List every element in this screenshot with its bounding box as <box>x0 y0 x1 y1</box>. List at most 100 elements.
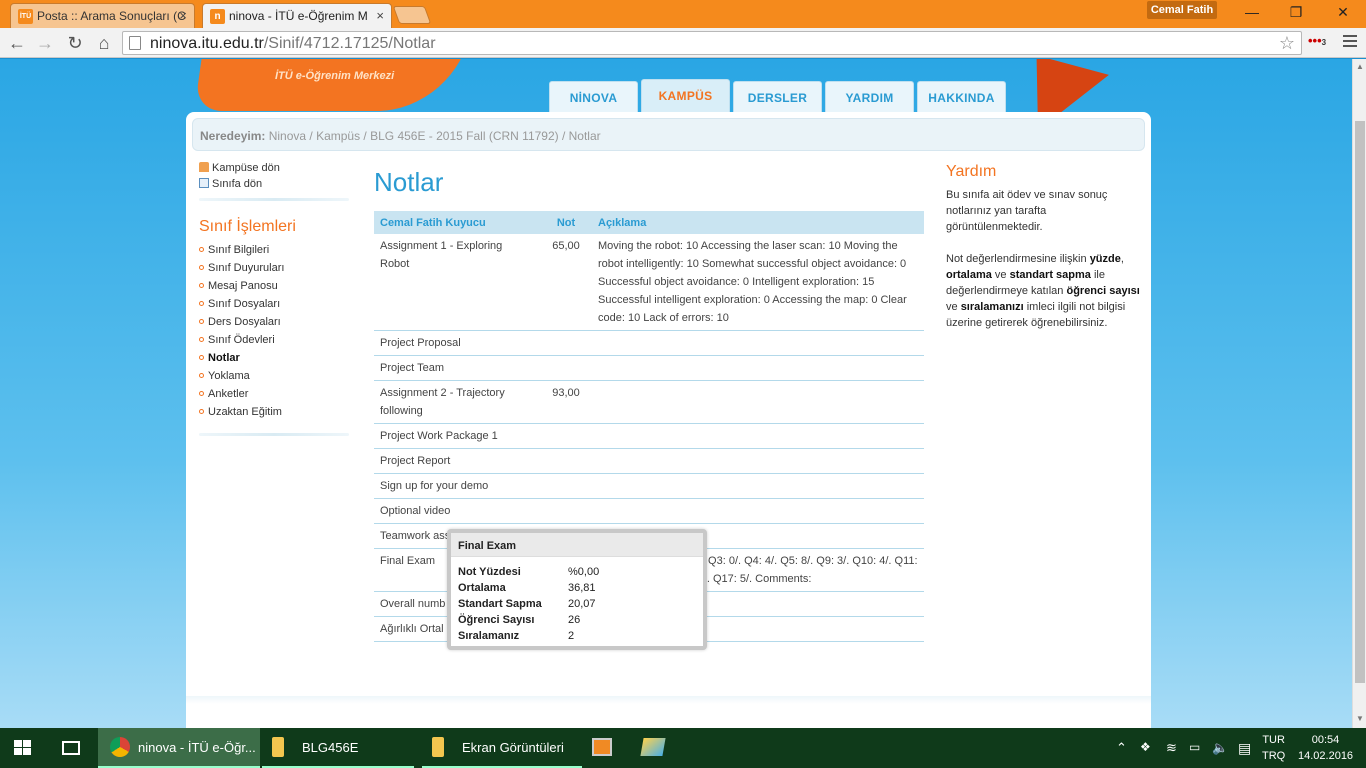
restore-button[interactable]: ❐ <box>1286 4 1306 22</box>
nav-kampus[interactable]: KAMPÜS <box>641 79 730 113</box>
sidebar-item-sinif-duyurulari[interactable]: Sınıf Duyuruları <box>199 262 284 274</box>
sidebar-item-uzaktan-egitim[interactable]: Uzaktan Eğitim <box>199 406 282 418</box>
profile-button[interactable]: Cemal Fatih <box>1147 1 1217 19</box>
cell-assessment: Project Proposal <box>374 330 540 356</box>
back-to-campus-link[interactable]: Kampüse dön <box>199 162 280 174</box>
new-tab-button[interactable] <box>392 6 432 24</box>
table-header-row: Cemal Fatih Kuyucu Not Açıklama <box>374 211 924 234</box>
table-row[interactable]: Project Team <box>374 355 924 381</box>
table-row[interactable]: Project Proposal <box>374 330 924 356</box>
cell-description <box>592 498 924 524</box>
table-row[interactable]: Sign up for your demo <box>374 473 924 499</box>
bullet-icon <box>199 409 204 414</box>
browser-tab-mail[interactable]: İTÜ Posta :: Arama Sonuçları (C × <box>10 3 195 28</box>
sidebar-section-title: Sınıf İşlemleri <box>199 218 296 235</box>
cell-description <box>592 380 924 424</box>
back-to-class-link[interactable]: Sınıfa dön <box>199 178 262 190</box>
taskbar: ninova - İTÜ e-Öğr... BLG456E Ekran Görü… <box>0 728 1366 768</box>
cell-grade[interactable] <box>540 423 592 449</box>
divider <box>199 198 349 201</box>
reload-icon[interactable]: ↻ <box>64 32 86 54</box>
sidebar-item-ders-dosyalari[interactable]: Ders Dosyaları <box>199 316 281 328</box>
notification-icon[interactable]: ▤ <box>1238 740 1251 757</box>
ninova-logo[interactable] <box>194 59 471 111</box>
table-row[interactable]: Project Report <box>374 448 924 474</box>
table-row[interactable]: Assignment 1 - Exploring Robot 65,00 Movin… <box>374 234 924 331</box>
home-icon[interactable]: ⌂ <box>93 32 115 54</box>
chrome-icon <box>110 737 130 757</box>
itu-favicon-icon: İTÜ <box>18 9 33 24</box>
help-panel: Yardım Bu sınıfa ait ödev ve sınav sonuç… <box>946 157 1141 331</box>
close-icon[interactable]: × <box>376 8 384 23</box>
cell-grade[interactable] <box>540 498 592 524</box>
sidebar-item-sinif-dosyalari[interactable]: Sınıf Dosyaları <box>199 298 280 310</box>
taskbar-folder-blg456e[interactable]: BLG456E <box>262 728 414 768</box>
scroll-down-icon[interactable]: ▼ <box>1356 714 1364 723</box>
document-icon <box>199 178 209 188</box>
wifi-icon[interactable]: ≋ <box>1166 740 1177 756</box>
cell-grade[interactable] <box>540 355 592 381</box>
nav-yardim[interactable]: YARDIM <box>825 81 914 113</box>
volume-icon[interactable]: 🔈 <box>1212 740 1228 756</box>
nav-hakkinda[interactable]: HAKKINDA <box>917 81 1006 113</box>
cell-grade[interactable]: 65,00 <box>540 234 592 331</box>
taskbar-chrome[interactable]: ninova - İTÜ e-Öğr... <box>98 728 260 768</box>
dropbox-icon[interactable]: ❖ <box>1140 740 1151 754</box>
bullet-icon <box>199 247 204 252</box>
battery-icon[interactable]: ▭ <box>1189 740 1200 754</box>
bullet-icon <box>199 301 204 306</box>
minimize-button[interactable]: — <box>1242 4 1262 22</box>
url-text: ninova.itu.edu.tr/Sinif/4712.17125/Notla… <box>150 35 436 52</box>
table-row[interactable]: Project Work Package 1 <box>374 423 924 449</box>
input-language[interactable]: TUR TRQ <box>1262 732 1285 764</box>
media-player-icon[interactable] <box>592 738 612 756</box>
hamburger-menu-icon[interactable] <box>1343 32 1357 50</box>
nav-dersler[interactable]: DERSLER <box>733 81 822 113</box>
scrollbar-thumb[interactable] <box>1355 121 1365 683</box>
clock[interactable]: 00:54 14.02.2016 <box>1298 732 1353 764</box>
page-icon <box>129 36 141 50</box>
bullet-icon <box>199 319 204 324</box>
back-arrow-icon[interactable]: ← <box>6 32 28 54</box>
close-icon[interactable]: × <box>179 8 187 23</box>
cell-assessment: Project Team <box>374 355 540 381</box>
bullet-icon <box>199 337 204 342</box>
chevron-up-icon[interactable]: ⌃ <box>1116 740 1127 756</box>
scroll-up-icon[interactable]: ▲ <box>1356 62 1364 71</box>
page-scrollbar[interactable]: ▲ ▼ <box>1352 59 1366 728</box>
extension-icon[interactable]: •••3 <box>1308 33 1326 48</box>
browser-tab-ninova[interactable]: n ninova - İTÜ e-Öğrenim M × <box>202 3 392 28</box>
taskbar-folder-screenshots[interactable]: Ekran Görüntüleri <box>422 728 582 768</box>
sidebar-item-sinif-bilgileri[interactable]: Sınıf Bilgileri <box>199 244 269 256</box>
task-view-icon[interactable] <box>62 741 80 755</box>
cell-description <box>592 423 924 449</box>
sidebar-item-notlar[interactable]: Notlar <box>199 352 240 364</box>
cell-grade[interactable] <box>540 448 592 474</box>
divider <box>199 433 349 436</box>
sidebar-item-mesaj-panosu[interactable]: Mesaj Panosu <box>199 280 278 292</box>
sidebar-item-anketler[interactable]: Anketler <box>199 388 248 400</box>
sidebar-item-yoklama[interactable]: Yoklama <box>199 370 250 382</box>
address-bar[interactable]: ninova.itu.edu.tr/Sinif/4712.17125/Notla… <box>122 31 1302 55</box>
cell-grade[interactable] <box>540 473 592 499</box>
cell-grade[interactable]: 93,00 <box>540 380 592 424</box>
cell-description <box>592 355 924 381</box>
help-text-1: Bu sınıfa ait ödev ve sınav sonuç notlar… <box>946 189 1108 233</box>
breadcrumb-path[interactable]: Ninova / Kampüs / BLG 456E - 2015 Fall (… <box>269 129 601 143</box>
sidebar-item-sinif-odevleri[interactable]: Sınıf Ödevleri <box>199 334 275 346</box>
sidebar: Kampüse dön Sınıfa dön Sınıf İşlemleri S… <box>194 157 354 492</box>
close-window-button[interactable]: ✕ <box>1333 4 1353 22</box>
photos-icon[interactable] <box>640 738 666 756</box>
grade-stats-tooltip: Final Exam Not Yüzdesi %0,00 Ortalama 36,8… <box>447 529 707 650</box>
forward-arrow-icon[interactable]: → <box>34 32 56 54</box>
bullet-icon <box>199 355 204 360</box>
browser-titlebar: İTÜ Posta :: Arama Sonuçları (C × n nino… <box>0 0 1366 28</box>
table-row[interactable]: Optional video <box>374 498 924 524</box>
folder-icon <box>432 737 444 757</box>
cell-assessment: Project Work Package 1 <box>374 423 540 449</box>
table-row[interactable]: Assignment 2 - Trajectory following 93,00 <box>374 380 924 424</box>
cell-grade[interactable] <box>540 330 592 356</box>
windows-start-icon[interactable] <box>14 740 32 756</box>
bookmark-star-icon[interactable]: ☆ <box>1279 33 1295 54</box>
nav-ninova[interactable]: NİNOVA <box>549 81 638 113</box>
